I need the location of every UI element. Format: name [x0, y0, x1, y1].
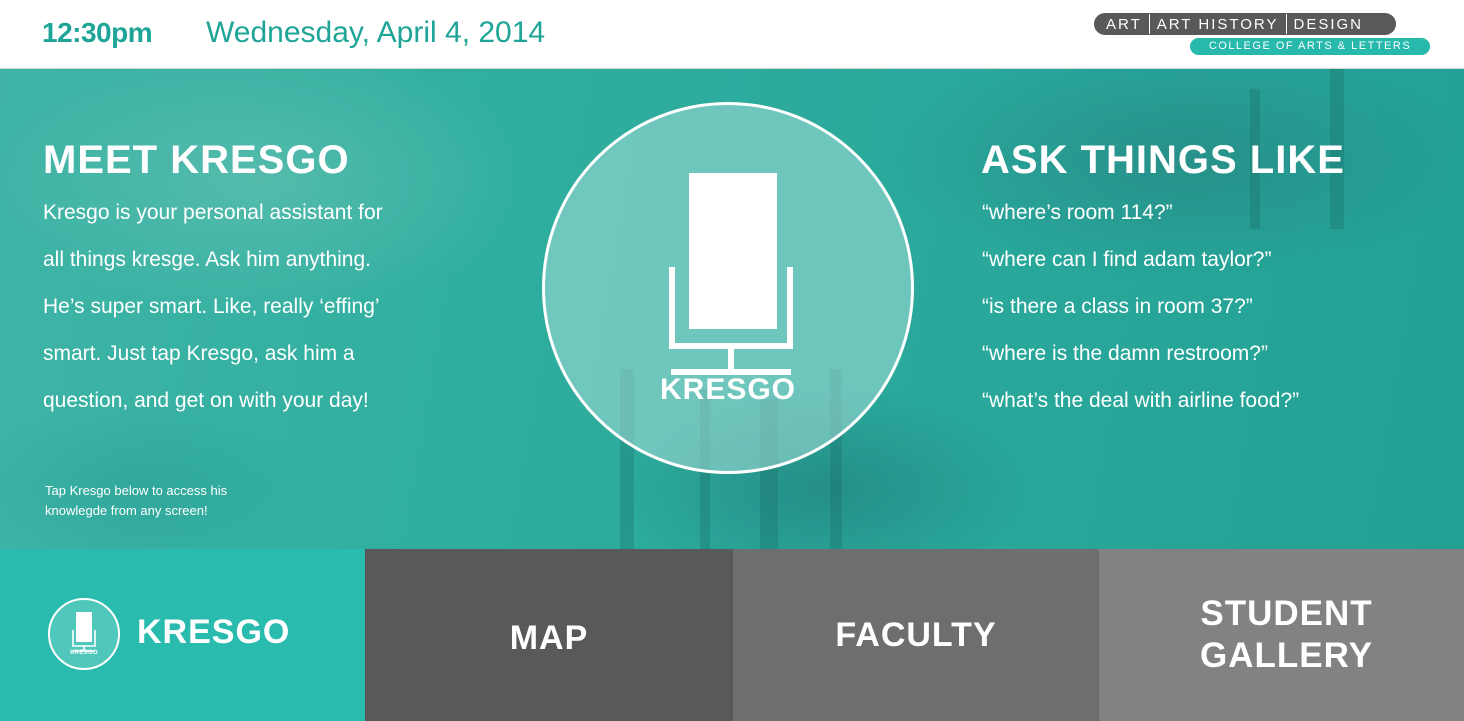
nav-map-tile[interactable]: MAP: [365, 549, 733, 721]
example-question: “is there a class in room 37?”: [982, 295, 1253, 318]
intro-line: question, and get on with your day!: [43, 389, 369, 412]
example-questions: “where’s room 114?” “where can I find ad…: [982, 189, 1299, 424]
nav-student-gallery-tile[interactable]: STUDENT GALLERY: [1099, 549, 1464, 721]
example-question: “where can I find adam taylor?”: [982, 248, 1272, 271]
meet-kresgo-heading: MEET KRESGO: [43, 138, 350, 182]
college-name: COLLEGE OF ARTS & LETTERS: [1190, 38, 1430, 55]
hero-panel: MEET KRESGO Kresgo is your personal assi…: [0, 69, 1464, 549]
example-question: “what’s the deal with airline food?”: [982, 389, 1300, 412]
tip-line: Tap Kresgo below to access his: [45, 483, 228, 498]
intro-line: Kresgo is your personal assistant for: [43, 201, 383, 224]
ask-things-heading: ASK THINGS LIKE: [981, 138, 1345, 182]
current-date: Wednesday, April 4, 2014: [206, 16, 546, 49]
nav-map-label: MAP: [509, 619, 589, 657]
kresgo-mini-icon: KRESGO: [48, 598, 120, 670]
department-bar: ART ART HISTORY DESIGN: [1094, 13, 1396, 35]
nav-faculty-label: FACULTY: [835, 616, 997, 654]
college-logo: ART ART HISTORY DESIGN COLLEGE OF ARTS &…: [1094, 13, 1434, 57]
header-bar: 12:30pm Wednesday, April 4, 2014 ART ART…: [0, 0, 1464, 69]
intro-line: smart. Just tap Kresgo, ask him a: [43, 342, 355, 365]
tip-line: knowlegde from any screen!: [45, 503, 208, 518]
nav-kresgo-tile[interactable]: KRESGO KRESGO: [0, 549, 365, 721]
example-question: “where is the damn restroom?”: [982, 342, 1268, 365]
kresgo-circle-label: KRESGO: [659, 373, 797, 406]
department-art: ART: [1106, 15, 1142, 33]
intro-line: He’s super smart. Like, really ‘effing’: [43, 295, 380, 318]
intro-paragraph: Kresgo is your personal assistant for al…: [43, 189, 503, 424]
intro-line: all things kresge. Ask him anything.: [43, 248, 372, 271]
nav-faculty-tile[interactable]: FACULTY: [733, 549, 1099, 721]
microphone-icon: [72, 612, 96, 652]
tip-text: Tap Kresgo below to access his knowlegde…: [45, 481, 227, 521]
example-question: “where’s room 114?”: [982, 201, 1173, 224]
department-art-history: ART HISTORY: [1156, 15, 1279, 33]
kresgo-assistant-button[interactable]: KRESGO: [542, 102, 914, 474]
department-divider: [1148, 14, 1150, 34]
nav-student-gallery-label: STUDENT GALLERY: [1190, 593, 1373, 677]
bottom-nav: KRESGO KRESGO MAP FACULTY STUDENT GALLER…: [0, 549, 1464, 721]
nav-kresgo-label: KRESGO: [137, 613, 291, 651]
department-divider: [1285, 14, 1287, 34]
gallery-label-line2: GALLERY: [1200, 636, 1373, 675]
microphone-icon: [669, 173, 793, 375]
department-design: DESIGN: [1293, 15, 1364, 33]
gallery-label-line1: STUDENT: [1200, 594, 1373, 633]
mini-icon-label: KRESGO: [70, 650, 98, 656]
current-time: 12:30pm: [42, 17, 153, 48]
